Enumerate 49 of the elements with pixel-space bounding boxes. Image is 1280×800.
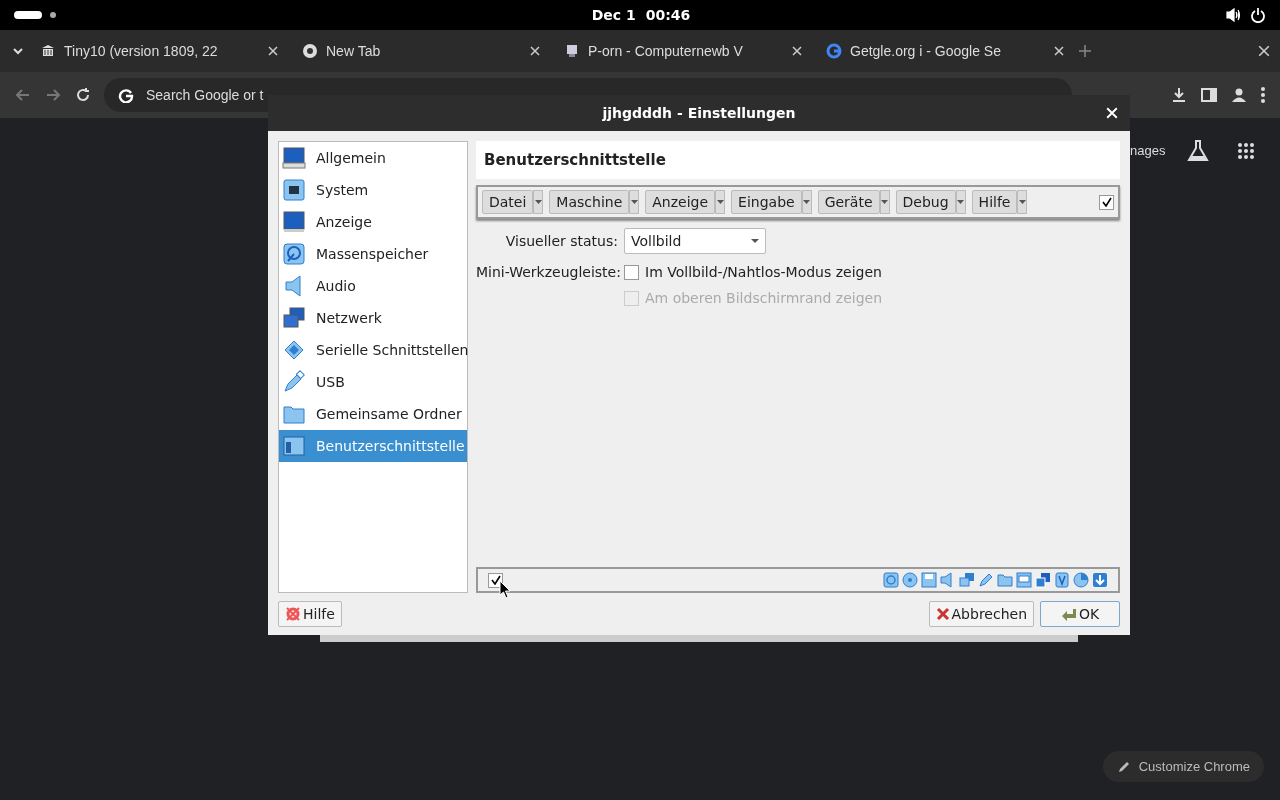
- category-label: Anzeige: [316, 214, 372, 230]
- cancel-button[interactable]: Abbrechen: [928, 601, 1034, 627]
- section-heading: Benutzerschnittstelle: [476, 141, 1120, 179]
- browser-tab[interactable]: P-orn - Computernewb V: [554, 43, 812, 59]
- category-label: Serielle Schnittstellen: [316, 342, 469, 358]
- tab-title: Tiny10 (version 1809, 22: [64, 43, 219, 59]
- browser-tab[interactable]: Getgle.org i - Google Se: [816, 43, 1074, 59]
- tab-title: New Tab: [326, 43, 382, 59]
- tab-title: P-orn - Computernewb V: [588, 43, 744, 59]
- category-item[interactable]: Massenspeicher: [279, 238, 467, 270]
- category-item[interactable]: Anzeige: [279, 206, 467, 238]
- browser-tab[interactable]: Tiny10 (version 1809, 22: [30, 43, 288, 59]
- category-label: Audio: [316, 278, 356, 294]
- browser-tab[interactable]: New Tab: [292, 43, 550, 59]
- menu-toggle-button[interactable]: Hilfe: [971, 190, 1018, 214]
- category-item[interactable]: Serielle Schnittstellen: [279, 334, 467, 366]
- clock: 00:46: [645, 7, 691, 23]
- menu-toggle-button[interactable]: Datei: [482, 190, 534, 214]
- category-label: Gemeinsame Ordner: [316, 406, 462, 422]
- category-item[interactable]: Allgemein: [279, 142, 467, 174]
- menu-toggle-button[interactable]: Debug: [895, 190, 956, 214]
- customize-chrome-button[interactable]: Customize Chrome: [1102, 751, 1264, 782]
- images-link[interactable]: nages: [1130, 143, 1166, 158]
- checkbox-label: Im Vollbild-/Nahtlos-Modus zeigen: [645, 264, 882, 280]
- address-placeholder: Search Google or t: [146, 87, 264, 103]
- category-label: Allgemein: [316, 150, 386, 166]
- menu-toggle-button[interactable]: Maschine: [549, 190, 630, 214]
- category-item[interactable]: Audio: [279, 270, 467, 302]
- menu-toggle-button[interactable]: Eingabe: [731, 190, 802, 214]
- field-label: Visueller status:: [504, 233, 618, 249]
- checkbox-label: Am oberen Bildschirmrand zeigen: [645, 290, 883, 306]
- category-label: Benutzerschnittstelle: [316, 438, 465, 454]
- category-label: Massenspeicher: [316, 246, 429, 262]
- field-label: Mini-Werkzeugleiste:: [476, 264, 618, 280]
- menu-toggle-button[interactable]: Geräte: [817, 190, 880, 214]
- category-item[interactable]: Netzwerk: [279, 302, 467, 334]
- menu-toggle-button[interactable]: Anzeige: [645, 190, 716, 214]
- tab-title: Getgle.org i - Google Se: [850, 43, 1002, 59]
- category-label: System: [316, 182, 369, 198]
- help-button[interactable]: Hilfe: [278, 601, 342, 627]
- category-item[interactable]: USB: [279, 366, 467, 398]
- category-item[interactable]: Gemeinsame Ordner: [279, 398, 467, 430]
- category-label: Netzwerk: [316, 310, 382, 326]
- window-title: jjhgdddh - Einstellungen: [602, 105, 796, 121]
- date: Dec 1: [591, 7, 636, 23]
- dropdown-field[interactable]: Vollbild: [624, 228, 766, 254]
- ok-button[interactable]: OK: [1040, 601, 1120, 627]
- category-label: USB: [316, 374, 345, 390]
- category-item[interactable]: System: [279, 174, 467, 206]
